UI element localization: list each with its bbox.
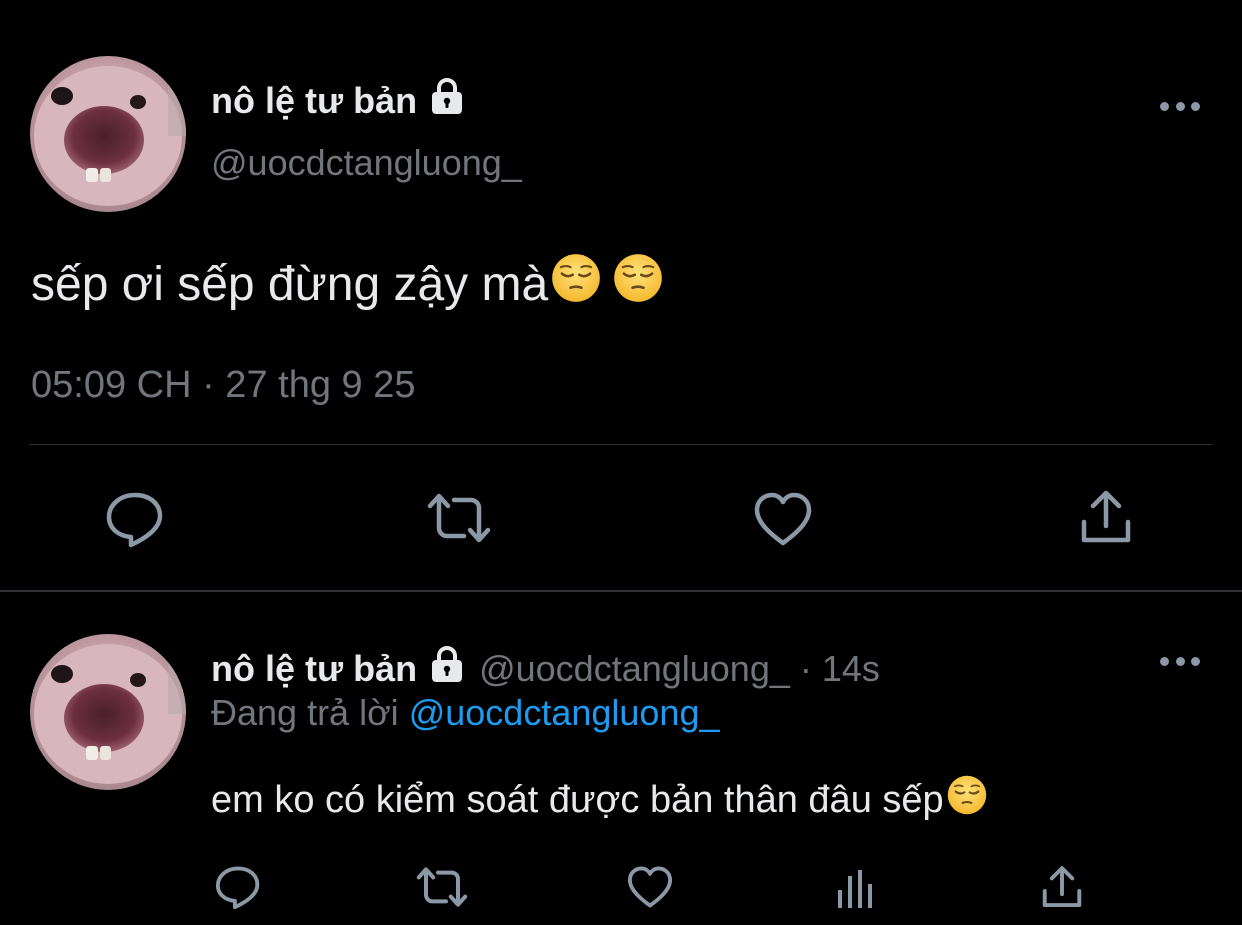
divider: [30, 444, 1212, 445]
replying-to-line: Đang trả lời @uocdctangluong_: [211, 692, 719, 734]
like-icon[interactable]: [752, 490, 814, 553]
separator-dot: ·: [799, 647, 812, 689]
avatar[interactable]: [30, 634, 186, 790]
tweet-text-body: sếp ơi sếp đừng zậy mà: [31, 257, 549, 311]
retweet-icon[interactable]: [414, 866, 470, 913]
pensive-face-icon: [550, 252, 602, 316]
like-icon[interactable]: [626, 864, 674, 915]
user-handle[interactable]: @uocdctangluong_: [211, 142, 522, 184]
reply-header: nô lệ tư bản @uocdctangluong_ · 14s: [211, 644, 880, 693]
retweet-icon[interactable]: [424, 492, 494, 549]
tweet-timestamp[interactable]: 05:09 CH · 27 thg 9 25: [31, 364, 415, 407]
lock-icon: [427, 644, 467, 693]
avatar[interactable]: [30, 56, 186, 212]
display-name-text[interactable]: nô lệ tư bản: [211, 648, 417, 690]
replying-to-mention[interactable]: @uocdctangluong_: [409, 692, 720, 733]
more-options-icon[interactable]: [1160, 654, 1200, 668]
display-name[interactable]: nô lệ tư bản: [211, 76, 467, 125]
tweet-text: sếp ơi sếp đừng zậy mà: [31, 252, 664, 316]
user-handle[interactable]: @uocdctangluong_: [479, 648, 790, 690]
reply-text-body: em ko có kiểm soát được bản thân đâu sếp: [211, 778, 944, 821]
share-icon[interactable]: [1040, 864, 1084, 915]
display-name-text[interactable]: nô lệ tư bản: [211, 80, 417, 122]
views-icon[interactable]: [834, 866, 878, 915]
reply-icon[interactable]: [214, 864, 262, 915]
pensive-face-icon: [946, 774, 988, 826]
lock-icon: [427, 76, 467, 125]
replying-to-label: Đang trả lời: [211, 692, 399, 733]
reply-icon[interactable]: [104, 490, 166, 553]
divider: [0, 590, 1242, 592]
reply-text: em ko có kiểm soát được bản thân đâu sếp: [211, 774, 988, 826]
share-icon[interactable]: [1078, 488, 1134, 551]
tweet-time-ago[interactable]: 14s: [822, 648, 880, 690]
more-options-icon[interactable]: [1160, 99, 1200, 113]
pensive-face-icon: [612, 252, 664, 316]
